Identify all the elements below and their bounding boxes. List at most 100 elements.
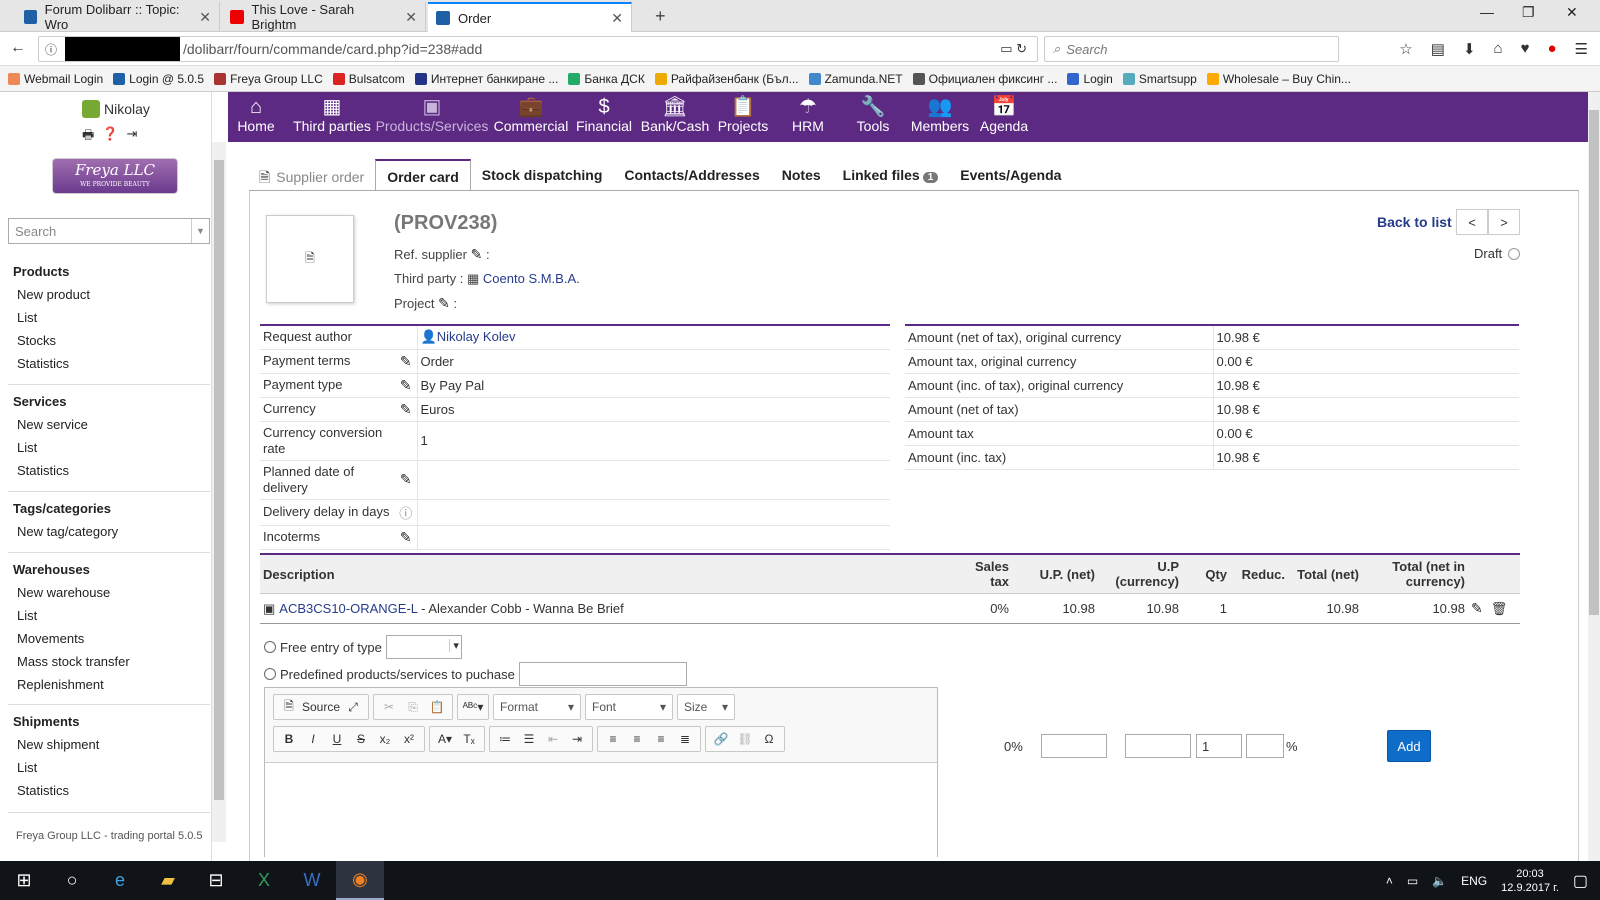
close-icon[interactable]: ✕ — [603, 10, 623, 27]
store-icon[interactable]: ⊟ — [192, 861, 240, 900]
justify-icon[interactable]: ≣ — [674, 732, 696, 746]
language-indicator[interactable]: ENG — [1461, 874, 1487, 888]
chevron-up-icon[interactable]: ˄ — [1386, 874, 1393, 888]
bookmark-item[interactable]: Официален фиксинг ... — [912, 72, 1057, 86]
menu-item[interactable]: New shipment — [13, 737, 99, 760]
italic-icon[interactable]: I — [302, 732, 324, 746]
menu-item[interactable]: Replenishment — [13, 677, 130, 700]
tab-order-card[interactable]: Order card — [375, 159, 471, 191]
print-icon[interactable]: 🖶 — [82, 126, 94, 148]
product-ref-link[interactable]: ACB3CS10-ORANGE-L — [279, 601, 417, 616]
tab-linked-files[interactable]: Linked files 1 — [832, 159, 950, 191]
outdent-icon[interactable]: ⇤ — [542, 732, 564, 746]
link-icon[interactable]: 🔗 — [710, 732, 732, 746]
align-right-icon[interactable]: ≡ — [650, 732, 672, 746]
remove-format-icon[interactable]: Tₓ — [458, 732, 480, 746]
align-left-icon[interactable]: ≡ — [602, 732, 624, 746]
tab-supplier-order[interactable]: 🗎 Supplier order — [248, 159, 375, 191]
menu-section-title[interactable]: Tags/categories — [13, 501, 118, 516]
align-center-icon[interactable]: ≡ — [626, 732, 648, 746]
bookmark-item[interactable]: Webmail Login — [8, 72, 103, 86]
third-party-link[interactable]: Coento S.M.B.A. — [483, 271, 580, 286]
spellcheck-button[interactable]: ᴬᴮᶜ▾ — [457, 694, 489, 720]
menu-item[interactable]: New product — [13, 287, 90, 310]
tab-contacts-addresses[interactable]: Contacts/Addresses — [613, 159, 770, 191]
next-button[interactable]: > — [1488, 209, 1520, 235]
edge-icon[interactable]: e — [96, 861, 144, 900]
pencil-icon[interactable]: ✎ — [471, 246, 483, 262]
menu-item[interactable]: Mass stock transfer — [13, 654, 130, 677]
address-field[interactable]: ⓘ /dolibarr/fourn/commande/card.php?id=2… — [38, 36, 1038, 62]
field-value[interactable]: Nikolay Kolev — [437, 329, 516, 344]
maximize-icon[interactable]: ⤢ — [342, 700, 364, 715]
menu-section-title[interactable]: Shipments — [13, 714, 99, 729]
source-button[interactable]: 🗎 Source ⤢ — [273, 694, 369, 720]
free-entry-type-select[interactable] — [385, 635, 462, 659]
tab-notes[interactable]: Notes — [771, 159, 832, 191]
close-icon[interactable]: ✕ — [397, 9, 417, 26]
bookmark-item[interactable]: Login — [1067, 72, 1113, 86]
help-icon[interactable]: ❓ — [102, 126, 118, 148]
menu-item[interactable]: Statistics — [13, 356, 90, 379]
unlink-icon[interactable]: ⛓ — [734, 732, 756, 746]
size-select[interactable]: Size ▾ — [677, 694, 735, 720]
menu-section-title[interactable]: Warehouses — [13, 562, 130, 577]
predefined-product-input[interactable] — [518, 662, 687, 686]
left-search-input[interactable]: Search ▼ — [8, 218, 210, 244]
menu-section-title[interactable]: Services — [13, 394, 88, 409]
firefox-icon[interactable]: ◉ — [336, 861, 384, 900]
home-icon[interactable]: ⌂ — [1494, 40, 1503, 58]
tab-stock-dispatching[interactable]: Stock dispatching — [471, 159, 614, 191]
browser-tab-order[interactable]: Order ✕ — [428, 2, 632, 32]
file-explorer-icon[interactable]: ▰ — [144, 861, 192, 900]
cortana-icon[interactable]: ○ — [48, 861, 96, 900]
new-line-price-currency-input[interactable] — [1125, 734, 1191, 758]
menu-item[interactable]: Movements — [13, 631, 130, 654]
add-line-button[interactable]: Add — [1387, 730, 1431, 762]
chevron-down-icon[interactable]: ▼ — [191, 219, 209, 243]
trash-icon[interactable]: 🗑 — [1491, 601, 1508, 616]
back-arrow-icon[interactable]: ← — [10, 39, 26, 57]
new-line-price-input[interactable] — [1041, 734, 1107, 758]
bookmark-item[interactable]: Login @ 5.0.5 — [113, 72, 204, 86]
menu-item[interactable]: Statistics — [13, 463, 88, 486]
pencil-icon[interactable]: ✎ — [1471, 600, 1483, 616]
bookmark-item[interactable]: Интернет банкиране ... — [414, 72, 558, 86]
back-to-list-link[interactable]: Back to list — [1377, 214, 1452, 230]
left-scrollbar[interactable] — [212, 142, 226, 842]
bookmark-item[interactable]: Райфайзенбанк (Бъл... — [654, 72, 799, 86]
paste-icon[interactable]: 📋 — [426, 700, 448, 714]
pencil-icon[interactable]: ✎ — [400, 401, 412, 417]
new-tab-button[interactable]: + — [655, 6, 666, 27]
superscript-icon[interactable]: x² — [398, 732, 420, 746]
maximize-icon[interactable]: ❐ — [1522, 4, 1535, 21]
bookmark-item[interactable]: Wholesale – Buy Chin... — [1206, 72, 1351, 86]
new-line-reduc-input[interactable] — [1246, 734, 1284, 758]
subscript-icon[interactable]: x₂ — [374, 732, 396, 746]
logout-icon[interactable]: ⇥ — [126, 126, 137, 148]
pencil-icon[interactable]: ✎ — [400, 471, 412, 487]
new-line-qty-input[interactable]: 1 — [1196, 734, 1242, 758]
bookmark-item[interactable]: Freya Group LLC — [214, 72, 323, 86]
predefined-option[interactable]: Predefined products/services to puchase — [264, 662, 687, 686]
close-icon[interactable]: ✕ — [191, 9, 211, 26]
strikethrough-icon[interactable]: S — [350, 732, 372, 746]
font-select[interactable]: Font ▾ — [585, 694, 673, 720]
network-icon[interactable]: ▭ — [1407, 874, 1418, 888]
minimize-icon[interactable]: — — [1480, 4, 1494, 20]
pencil-icon[interactable]: ✎ — [400, 377, 412, 393]
page-scrollbar[interactable] — [1588, 92, 1600, 861]
bold-icon[interactable]: B — [278, 732, 300, 746]
pencil-icon[interactable]: ✎ — [400, 353, 412, 369]
special-char-icon[interactable]: Ω — [758, 732, 780, 746]
previous-button[interactable]: < — [1456, 209, 1488, 235]
star-icon[interactable]: ☆ — [1399, 40, 1412, 58]
browser-tab-forum[interactable]: Forum Dolibarr :: Topic: Wro ✕ — [16, 2, 220, 32]
menu-item[interactable]: List — [13, 440, 88, 463]
menu-item[interactable]: List — [13, 310, 90, 333]
menu-item[interactable]: New warehouse — [13, 585, 130, 608]
scroll-thumb[interactable] — [214, 160, 224, 800]
menu-item[interactable]: List — [13, 760, 99, 783]
reader-icon[interactable]: ▭ ↻ — [1000, 41, 1027, 57]
word-icon[interactable]: W — [288, 861, 336, 900]
